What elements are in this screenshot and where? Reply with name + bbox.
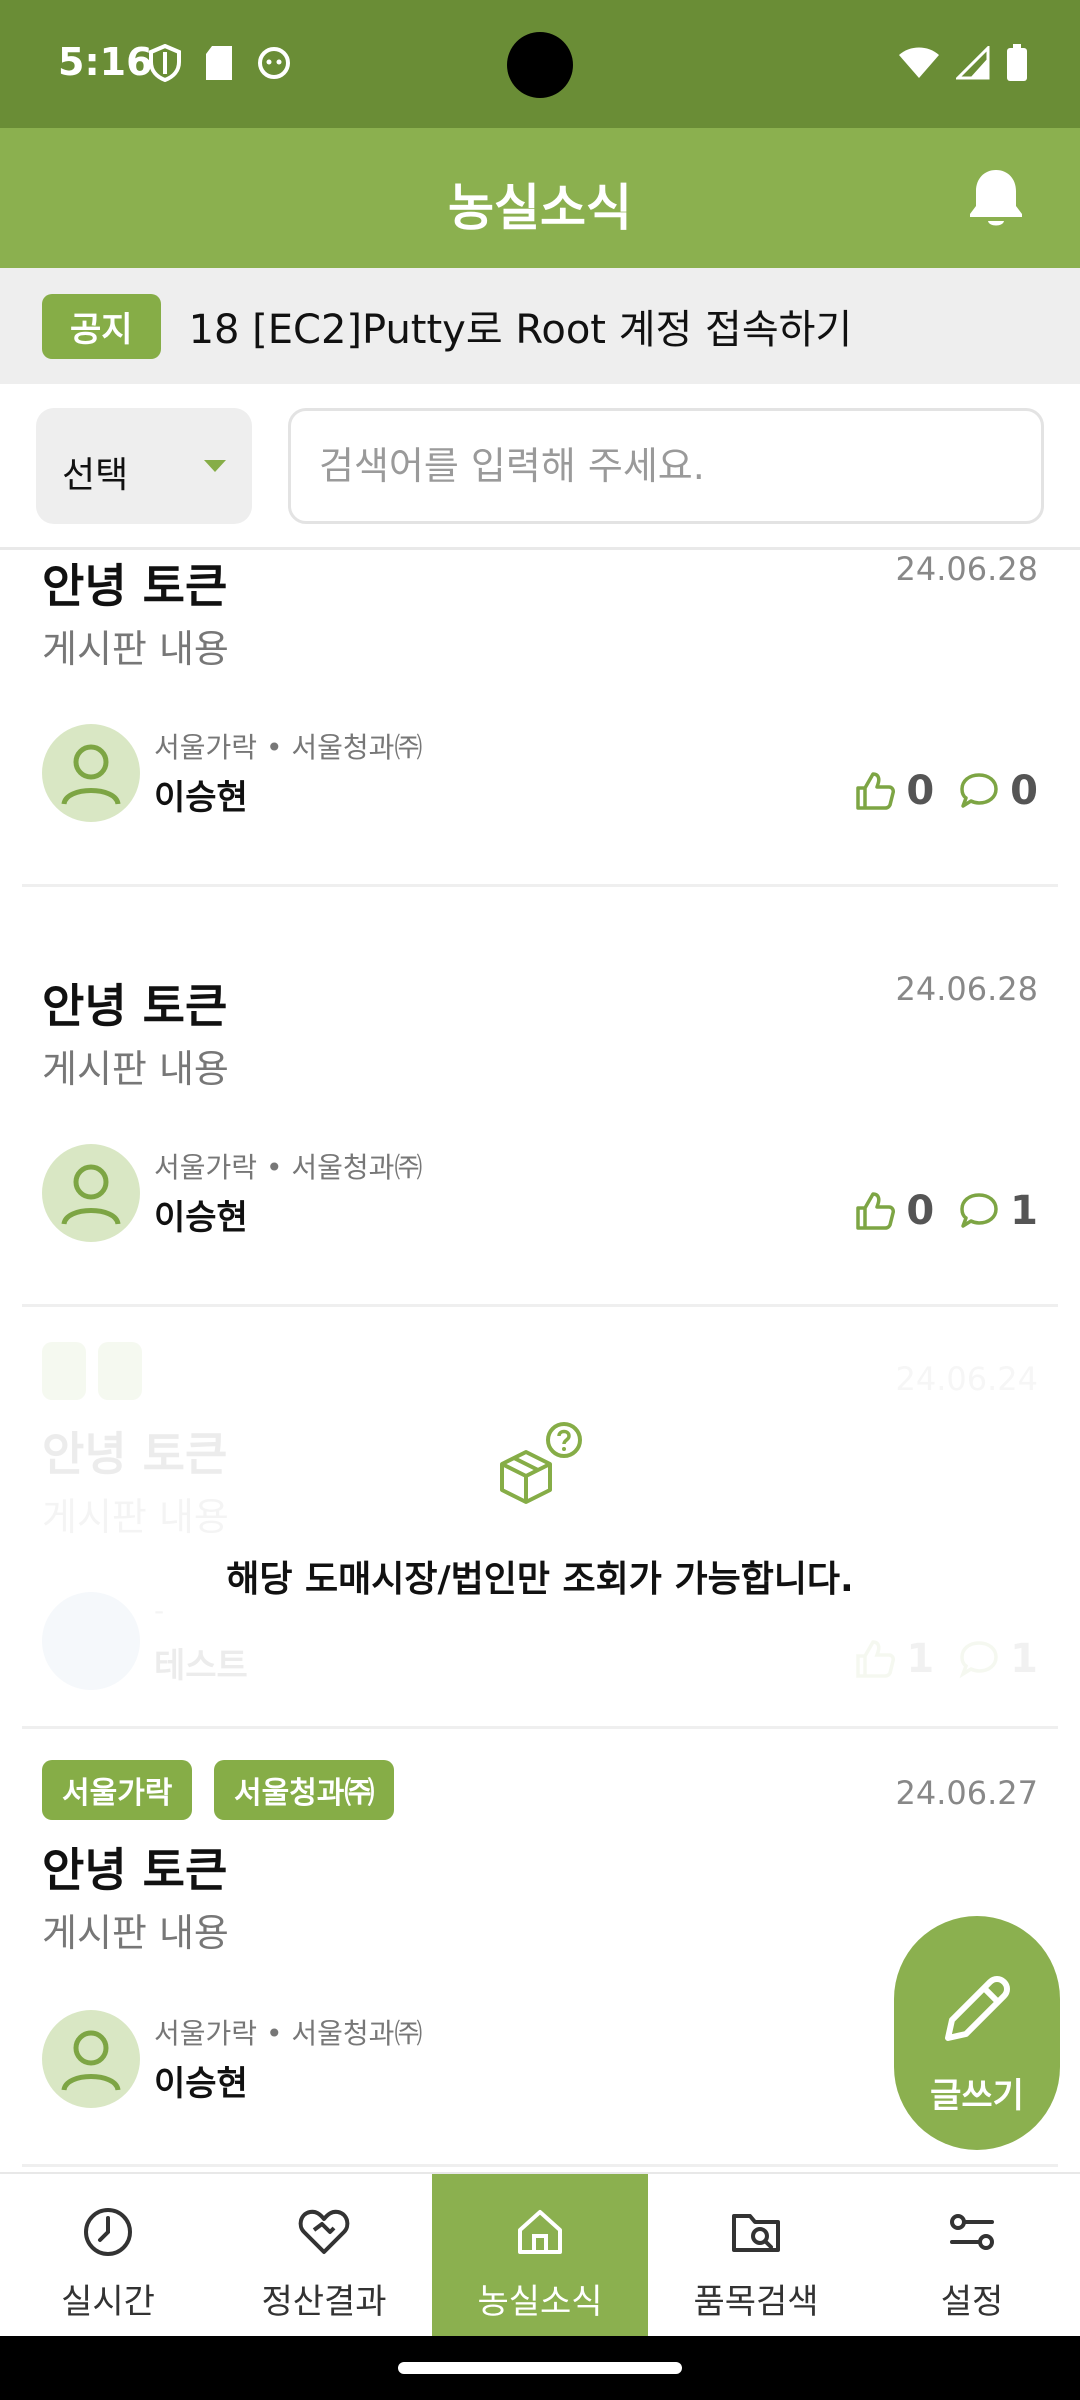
nav-item-news[interactable]: 농실소식 bbox=[432, 2174, 648, 2336]
post-title: 안녕 토큰 bbox=[42, 1843, 228, 1897]
post-date: 24.06.28 bbox=[895, 970, 1039, 1008]
author-name: 이승현 bbox=[154, 2064, 248, 2104]
comment-count: 1 bbox=[1010, 1636, 1038, 1682]
post-title: 안녕 토큰 bbox=[42, 1427, 228, 1481]
nav-label: 정산결과 bbox=[261, 2282, 387, 2322]
author-meta: 서울가락 • 서울청과㈜ bbox=[154, 1151, 423, 1184]
post-stats: 1 1 bbox=[854, 1636, 1038, 1682]
like-count: 1 bbox=[906, 1636, 935, 1682]
tag-placeholder bbox=[98, 1342, 142, 1400]
comment-count: 1 bbox=[1010, 1188, 1038, 1234]
write-post-button[interactable]: 글쓰기 bbox=[894, 1916, 1060, 2150]
tag-company: 서울청과㈜ bbox=[214, 1760, 395, 1820]
bell-icon[interactable] bbox=[962, 164, 1030, 232]
signal-icon bbox=[956, 46, 990, 80]
search-row: 선택 bbox=[0, 384, 1080, 550]
avatar bbox=[42, 1592, 140, 1690]
write-post-label: 글쓰기 bbox=[930, 2076, 1024, 2116]
avatar bbox=[42, 724, 140, 822]
pencil-icon bbox=[945, 1976, 1010, 2041]
nav-label: 설정 bbox=[940, 2282, 1004, 2322]
search-input[interactable] bbox=[288, 408, 1044, 524]
post-stats: 0 1 bbox=[854, 1188, 1038, 1234]
heart-handshake-icon bbox=[298, 2209, 350, 2254]
author-meta: 서울가락 • 서울청과㈜ bbox=[154, 731, 423, 764]
thumbs-up-icon bbox=[856, 772, 896, 810]
wifi-icon bbox=[899, 47, 939, 78]
notice-text[interactable]: 18 [EC2]Putty로 Root 계정 접속하기 bbox=[189, 297, 853, 355]
avatar bbox=[42, 1144, 140, 1242]
nav-label: 농실소식 bbox=[477, 2282, 603, 2322]
tag-market: 서울가락 bbox=[42, 1760, 193, 1820]
post-date: 24.06.27 bbox=[895, 1774, 1039, 1812]
comment-icon bbox=[959, 1641, 998, 1679]
box-question-icon bbox=[500, 1422, 582, 1504]
avatar bbox=[42, 2010, 140, 2108]
post-content: 게시판 내용 bbox=[42, 627, 229, 671]
list-item[interactable]: 안녕 토큰 24.06.28 게시판 내용 서울가락 • 서울청과㈜ 이승현 0… bbox=[0, 550, 1080, 887]
post-date: 24.06.28 bbox=[895, 550, 1039, 588]
app-header: 농실소식 bbox=[0, 128, 1080, 268]
post-content: 게시판 내용 bbox=[42, 1495, 229, 1539]
post-title: 안녕 토큰 bbox=[42, 559, 228, 613]
notice-badge: 공지 bbox=[42, 293, 161, 359]
status-time: 5:16 bbox=[58, 40, 153, 84]
user-icon bbox=[61, 744, 121, 805]
camera-cutout bbox=[507, 32, 573, 98]
post-list[interactable]: 안녕 토큰 24.06.28 게시판 내용 서울가락 • 서울청과㈜ 이승현 0… bbox=[0, 550, 1080, 2174]
comment-count: 0 bbox=[1010, 768, 1038, 814]
clock-icon bbox=[84, 2208, 132, 2256]
like-count: 0 bbox=[906, 768, 935, 814]
post-content: 게시판 내용 bbox=[42, 1047, 229, 1091]
tag-placeholder bbox=[42, 1342, 86, 1400]
author-name: 이승현 bbox=[154, 1198, 248, 1238]
nav-item-settlement[interactable]: 정산결과 bbox=[216, 2174, 432, 2336]
notice-bar[interactable]: 공지 18 [EC2]Putty로 Root 계정 접속하기 bbox=[0, 268, 1080, 384]
nav-item-realtime[interactable]: 실시간 bbox=[0, 2174, 216, 2336]
home-icon bbox=[518, 2210, 562, 2254]
author-name: 테스트 bbox=[154, 1646, 248, 1686]
author-name: 이승현 bbox=[154, 778, 248, 818]
nav-label: 품목검색 bbox=[693, 2282, 819, 2322]
system-gesture-bar bbox=[0, 2336, 1080, 2400]
user-icon bbox=[61, 2030, 121, 2091]
shield-icon bbox=[149, 44, 181, 82]
list-item[interactable]: 안녕 토큰 24.06.28 게시판 내용 서울가락 • 서울청과㈜ 이승현 0… bbox=[0, 886, 1080, 1307]
settings-sliders-icon bbox=[950, 2214, 994, 2250]
sd-card-icon bbox=[206, 46, 232, 80]
divider bbox=[22, 2164, 1058, 2167]
nav-label: 실시간 bbox=[61, 2282, 155, 2322]
post-content: 게시판 내용 bbox=[42, 1911, 229, 1955]
category-select-label: 선택 bbox=[62, 455, 129, 496]
like-count: 0 bbox=[906, 1188, 935, 1234]
status-icons-left bbox=[148, 44, 292, 82]
comment-icon bbox=[960, 1193, 998, 1228]
status-bar: 5:16 bbox=[0, 0, 1080, 128]
nav-item-item-search[interactable]: 품목검색 bbox=[648, 2174, 864, 2336]
face-icon bbox=[258, 47, 290, 79]
category-select[interactable]: 선택 bbox=[36, 408, 252, 524]
post-stats: 0 0 bbox=[854, 768, 1038, 814]
author-meta: 서울가락 • 서울청과㈜ bbox=[154, 2017, 423, 2050]
nav-item-settings[interactable]: 설정 bbox=[864, 2174, 1080, 2336]
post-title: 안녕 토큰 bbox=[42, 979, 228, 1033]
thumbs-up-icon bbox=[856, 1640, 896, 1678]
post-date: 24.06.24 bbox=[895, 1360, 1039, 1398]
user-icon bbox=[61, 1164, 121, 1225]
battery-icon bbox=[1007, 44, 1027, 81]
restricted-message: 해당 도매시장/법인만 조회가 가능합니다. bbox=[226, 1559, 854, 1600]
status-icons-right bbox=[898, 44, 1028, 82]
bottom-nav: 실시간 정산결과 농실소식 품목검색 설정 bbox=[0, 2172, 1080, 2336]
page-title: 농실소식 bbox=[448, 179, 632, 237]
home-gesture-handle[interactable] bbox=[398, 2362, 682, 2374]
comment-icon bbox=[960, 773, 998, 808]
caret-down-icon bbox=[204, 460, 226, 472]
thumbs-up-icon bbox=[856, 1192, 896, 1230]
folder-search-icon bbox=[732, 2214, 780, 2252]
